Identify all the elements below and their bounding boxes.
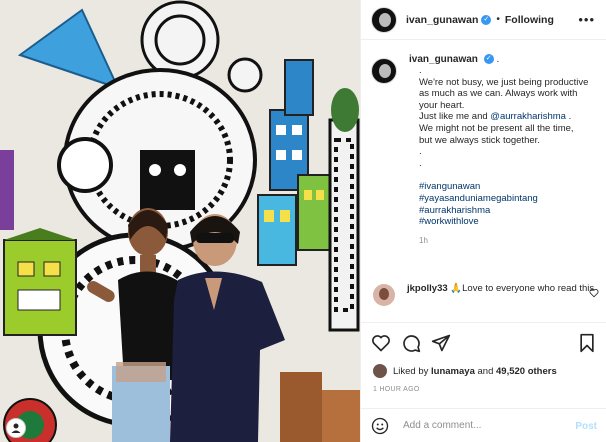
- post-header: ivan_gunawan ✓ • Following •••: [361, 0, 606, 40]
- hashtag-link[interactable]: #ivangunawan: [419, 181, 599, 193]
- caption-line: as much as we can. Always work with: [419, 88, 578, 100]
- caption-header: ivan_gunawan ✓ .: [409, 54, 599, 65]
- caption-line: .: [419, 157, 422, 169]
- liker-username[interactable]: lunamaya: [431, 366, 475, 377]
- post-comment-button[interactable]: Post: [575, 421, 597, 432]
- commenter-username[interactable]: jkpolly33: [407, 283, 448, 294]
- caption-line: We might not be present all the time,: [419, 122, 574, 134]
- post-side-panel: ivan_gunawan ✓ • Following ••• ivan_guna…: [360, 0, 606, 442]
- comment-text: jkpolly33 🙏Love to everyone who read thi…: [407, 282, 599, 295]
- comment-like-heart-icon[interactable]: [589, 288, 599, 298]
- caption-line-mention: Just like me and @aurrakharishma .: [419, 111, 599, 123]
- caption-line: your heart.: [419, 99, 465, 111]
- commenter-avatar[interactable]: [373, 284, 395, 306]
- mention-link[interactable]: @aurrakharishma: [490, 111, 566, 122]
- likes-summary: Liked by lunamaya and 49,520 others: [373, 364, 557, 378]
- comment-bubble-icon[interactable]: [401, 333, 421, 353]
- mention-suffix: .: [565, 111, 572, 123]
- caption-line: .: [419, 65, 422, 76]
- verified-badge-icon: ✓: [481, 14, 492, 25]
- more-options-icon[interactable]: •••: [578, 12, 595, 27]
- user-silhouette-icon: [11, 423, 21, 433]
- hashtag-list: #ivangunawan #yayasanduniamegabintang #a…: [419, 181, 599, 227]
- add-comment-bar: Add a comment... Post: [361, 408, 606, 442]
- comment-item: jkpolly33 🙏Love to everyone who read thi…: [373, 282, 599, 306]
- comment-body: 🙏Love to everyone who read this: [447, 283, 595, 294]
- caption-verified-icon: ✓: [483, 54, 494, 65]
- caption-body: . We're not busy, we just being producti…: [419, 65, 599, 228]
- caption-username[interactable]: ivan_gunawan: [409, 54, 478, 65]
- post-actions-bar: [361, 322, 606, 362]
- likes-count-link[interactable]: 49,520 others: [496, 366, 557, 377]
- caption-name-suffix: .: [496, 54, 500, 65]
- caption-author-avatar[interactable]: [371, 58, 397, 84]
- author-username[interactable]: ivan_gunawan: [406, 14, 478, 26]
- caption-line: We're not busy, we just being productive: [419, 76, 589, 88]
- caption-line: .: [419, 146, 422, 158]
- caption-line: but we always stick together.: [419, 134, 540, 146]
- share-send-icon[interactable]: [431, 333, 451, 353]
- post-timestamp[interactable]: 1 HOUR AGO: [373, 386, 420, 393]
- hashtag-link[interactable]: #workwithlove: [419, 216, 599, 228]
- post-caption: ivan_gunawan ✓ . . We're not busy, we ju…: [371, 54, 599, 245]
- liker-avatar[interactable]: [373, 364, 387, 378]
- hashtag-link[interactable]: #aurrakharishma: [419, 205, 599, 217]
- like-heart-icon[interactable]: [371, 333, 391, 353]
- current-user-icon[interactable]: [6, 418, 26, 438]
- following-button[interactable]: Following: [505, 14, 554, 26]
- add-comment-input[interactable]: Add a comment...: [403, 420, 563, 431]
- caption-timestamp[interactable]: 1h: [419, 236, 599, 245]
- post-photo[interactable]: [0, 0, 360, 442]
- emoji-smiley-icon[interactable]: [371, 417, 389, 435]
- author-avatar[interactable]: [371, 6, 397, 33]
- post-image: [0, 0, 360, 442]
- hashtag-link[interactable]: #yayasanduniamegabintang: [419, 193, 599, 205]
- header-separator: •: [496, 14, 500, 25]
- likes-middle: and: [477, 365, 494, 377]
- caption-line-text: Just like me and: [419, 111, 491, 123]
- save-bookmark-icon[interactable]: [577, 333, 597, 353]
- likes-prefix: Liked by: [393, 365, 429, 377]
